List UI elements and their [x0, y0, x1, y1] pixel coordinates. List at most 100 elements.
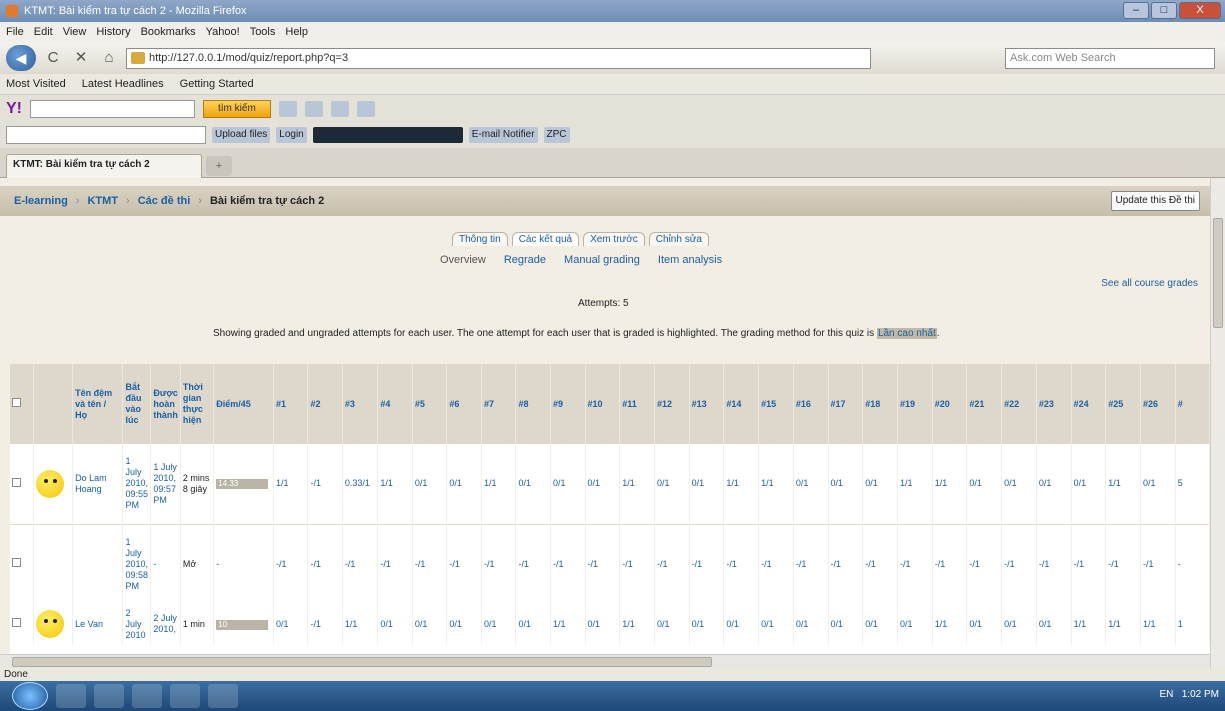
attempt-start[interactable]: 1 July 2010, 09:58 PM [122, 523, 152, 604]
grading-method[interactable]: Lần cao nhất [876, 328, 937, 339]
question-mark[interactable]: -/1 [515, 523, 552, 604]
header-question[interactable]: #6 [446, 364, 482, 444]
menu-edit[interactable]: Edit [34, 26, 53, 38]
question-mark[interactable]: 0/1 [654, 604, 690, 644]
question-mark[interactable]: - [1175, 523, 1210, 604]
question-mark[interactable]: 1/1 [619, 444, 655, 524]
header-question[interactable]: #5 [412, 364, 448, 444]
question-mark[interactable]: 0/1 [377, 604, 413, 644]
attempt-score[interactable]: - [213, 523, 274, 604]
question-mark[interactable]: -/1 [307, 523, 343, 604]
question-mark[interactable]: 1/1 [377, 444, 413, 524]
email-notifier-button[interactable]: E-mail Notifier [468, 127, 538, 143]
taskbar-ie-icon[interactable] [56, 684, 86, 708]
menu-help[interactable]: Help [285, 26, 308, 38]
question-mark[interactable]: -/1 [932, 523, 968, 604]
attempt-score[interactable]: 14.33 [213, 444, 274, 524]
stop-button[interactable]: ✕ [70, 47, 92, 69]
see-all-grades-link[interactable]: See all course grades [1101, 278, 1198, 289]
back-button[interactable]: ◀ [6, 45, 36, 71]
question-mark[interactable]: 1/1 [758, 444, 794, 524]
attempt-start[interactable]: 1 July 2010, 09:55 PM [122, 444, 152, 524]
taskbar-media-icon[interactable] [132, 684, 162, 708]
login-button[interactable]: Login [276, 127, 307, 143]
question-mark[interactable]: -/1 [723, 523, 760, 604]
header-done[interactable]: Được hoàn thành [150, 364, 181, 444]
home-button[interactable]: ⌂ [98, 47, 120, 69]
row-checkbox[interactable] [12, 618, 21, 627]
question-mark[interactable]: 0/1 [828, 604, 864, 644]
minimize-button[interactable]: – [1123, 2, 1149, 19]
student-name[interactable]: Le Van [72, 604, 124, 644]
tab-overview[interactable]: Overview [440, 254, 486, 266]
question-mark[interactable]: 1/1 [342, 604, 379, 644]
question-mark[interactable]: 1/1 [481, 444, 517, 524]
question-mark[interactable]: 0/1 [550, 444, 586, 524]
question-mark[interactable]: -/1 [966, 523, 1003, 604]
breadcrumb-ktmt[interactable]: KTMT [87, 195, 118, 207]
tab-manual-grading[interactable]: Manual grading [564, 254, 640, 266]
header-question[interactable]: #4 [377, 364, 413, 444]
question-mark[interactable]: 0/1 [966, 444, 1003, 524]
header-question[interactable]: #19 [897, 364, 933, 444]
question-mark[interactable]: 1/1 [723, 444, 760, 524]
question-mark[interactable]: -/1 [550, 523, 586, 604]
question-mark[interactable]: -/1 [412, 523, 448, 604]
tab-item-analysis[interactable]: Item analysis [658, 254, 722, 266]
menu-view[interactable]: View [63, 26, 87, 38]
question-mark[interactable]: 0/1 [793, 444, 829, 524]
attempt-done[interactable]: - [150, 523, 181, 604]
bookmark-getting-started[interactable]: Getting Started [180, 78, 254, 90]
question-mark[interactable]: 0/1 [446, 444, 482, 524]
question-mark[interactable]: 1/1 [932, 444, 968, 524]
header-question[interactable]: #17 [828, 364, 864, 444]
student-name[interactable] [72, 523, 124, 604]
question-mark[interactable]: -/1 [1140, 523, 1176, 604]
tab-thong-tin[interactable]: Thông tin [452, 232, 508, 246]
header-question[interactable]: #3 [342, 364, 379, 444]
toolbar-icon-2[interactable] [304, 100, 323, 117]
header-question[interactable]: #21 [966, 364, 1003, 444]
yahoo-logo[interactable]: Y! [6, 100, 22, 118]
header-question[interactable]: #15 [758, 364, 794, 444]
question-mark[interactable]: 1/1 [932, 604, 968, 644]
tab-quiz-report[interactable]: KTMT: Bài kiểm tra tự cách 2 [6, 154, 202, 178]
header-question[interactable]: #7 [481, 364, 517, 444]
header-question[interactable]: #22 [1001, 364, 1037, 444]
yahoo-search-button[interactable]: tìm kiếm [203, 99, 271, 118]
menu-yahoo[interactable]: Yahoo! [206, 26, 240, 38]
question-mark[interactable]: 0/1 [585, 604, 621, 644]
horizontal-scrollbar[interactable] [0, 654, 1210, 668]
question-mark[interactable]: 0/1 [412, 444, 448, 524]
question-mark[interactable]: 1/1 [1140, 604, 1176, 644]
header-question[interactable]: #24 [1071, 364, 1107, 444]
addon-dropdown[interactable] [6, 126, 206, 144]
question-mark[interactable]: -/1 [654, 523, 690, 604]
question-mark[interactable]: -/1 [619, 523, 655, 604]
question-mark[interactable]: -/1 [1071, 523, 1107, 604]
question-mark[interactable]: 0/1 [1036, 604, 1072, 644]
question-mark[interactable]: 0/1 [723, 604, 760, 644]
question-mark[interactable]: 0/1 [412, 604, 448, 644]
question-mark[interactable]: -/1 [828, 523, 864, 604]
question-mark[interactable]: -/1 [585, 523, 621, 604]
attempt-done[interactable]: 2 July 2010, [150, 604, 181, 644]
header-question[interactable]: #14 [723, 364, 760, 444]
question-mark[interactable]: 1/1 [619, 604, 655, 644]
header-question[interactable]: #23 [1036, 364, 1072, 444]
question-mark[interactable]: -/1 [689, 523, 725, 604]
header-question[interactable]: #2 [307, 364, 343, 444]
header-question[interactable]: #10 [585, 364, 621, 444]
question-mark[interactable]: 0/1 [689, 444, 725, 524]
question-mark[interactable]: 0/1 [1036, 444, 1072, 524]
question-mark[interactable]: 0/1 [689, 604, 725, 644]
question-mark[interactable]: 0/1 [446, 604, 482, 644]
question-mark[interactable]: 0/1 [862, 444, 898, 524]
header-question[interactable]: #26 [1140, 364, 1176, 444]
question-mark[interactable]: 0/1 [654, 444, 690, 524]
student-name[interactable]: Do Lam Hoang [72, 444, 124, 524]
header-question[interactable]: #12 [654, 364, 690, 444]
new-tab-button[interactable]: + [206, 156, 232, 176]
question-mark[interactable]: 0/1 [862, 604, 898, 644]
header-question[interactable]: #25 [1105, 364, 1142, 444]
